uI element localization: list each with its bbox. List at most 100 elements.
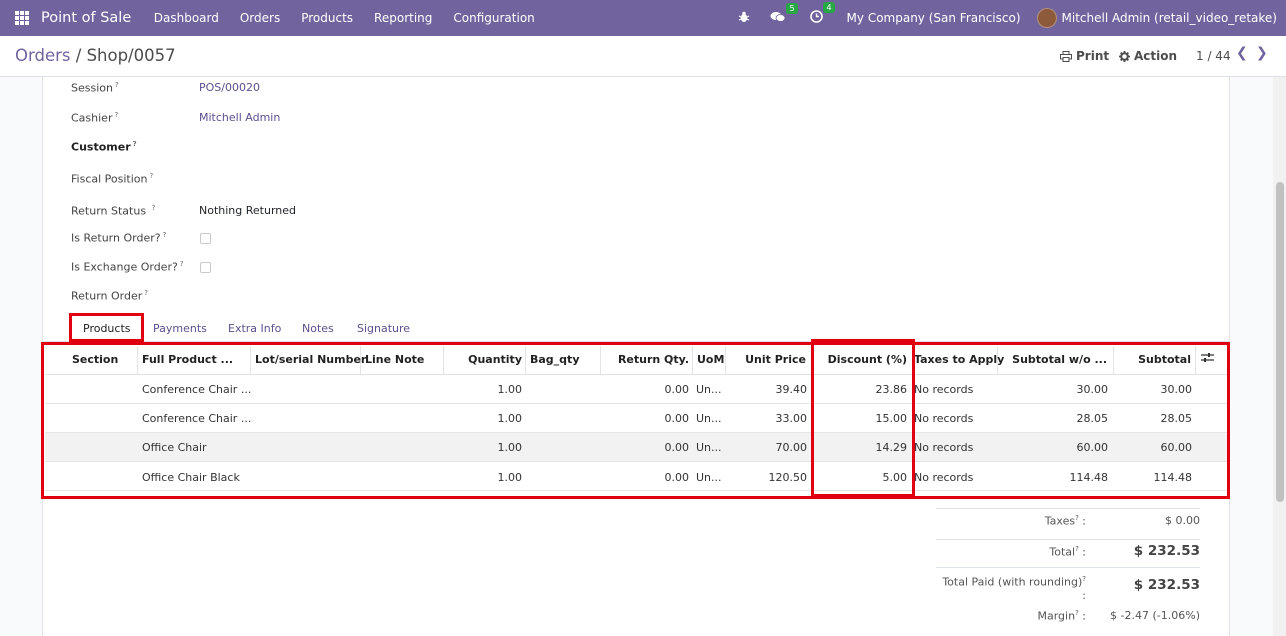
cell-subtotal-wo: 28.05 [1076,412,1109,425]
cell-subtotal: 30.00 [1160,383,1193,396]
cell-uom: Un... [696,441,722,454]
th-bag-qty[interactable]: Bag_qty [530,353,579,366]
th-lot-serial[interactable]: Lot/serial Number [255,353,366,366]
fiscal-position-label: Fiscal Position? [71,172,154,186]
cell-unit-price: 39.40 [775,383,808,396]
total-paid-value: $ 232.53 [1133,577,1200,593]
th-subtotal-wo[interactable]: Subtotal w/o ... [997,353,1107,366]
breadcrumb-orders[interactable]: Orders [15,46,71,65]
is-exchange-order-checkbox[interactable] [200,262,211,273]
activities-clock-icon[interactable]: 4 [809,2,835,26]
menu-dashboard[interactable]: Dashboard [143,11,229,25]
taxes-value: $ 0.00 [1165,514,1200,527]
th-full-product[interactable]: Full Product ... [142,353,233,366]
pager-previous-icon[interactable]: ❮ [1236,45,1248,61]
customer-label: Customer? [71,140,137,154]
action-label: Action [1134,49,1178,63]
cell-subtotal-wo: 60.00 [1076,441,1109,454]
breadcrumb-separator: / [75,46,82,65]
cell-product: Conference Chair ... [142,383,252,396]
cell-subtotal: 60.00 [1160,441,1193,454]
pager-value[interactable]: 1 / 44 [1196,49,1231,63]
cell-taxes: No records [914,383,974,396]
th-subtotal[interactable]: Subtotal [1113,353,1191,366]
total-paid-label: Total Paid (with rounding)? : [942,575,1086,602]
total-label: Total? : [1049,545,1086,559]
cell-quantity: 1.00 [497,383,523,396]
cell-quantity: 1.00 [497,412,523,425]
column-settings-icon[interactable] [1201,352,1214,366]
control-panel: Orders / Shop/0057 Print Action 1 / 44 ❮… [0,36,1286,77]
apps-menu-icon[interactable] [15,11,29,25]
cell-subtotal-wo: 30.00 [1076,383,1109,396]
is-return-order-label: Is Return Order?? [71,231,167,245]
totals-divider [936,539,1200,540]
cell-quantity: 1.00 [497,471,523,484]
cell-return-qty: 0.00 [664,441,690,454]
top-navbar: Point of Sale Dashboard Orders Products … [0,0,1286,36]
cell-uom: Un... [696,412,722,425]
avatar[interactable] [1036,8,1057,28]
cell-product: Office Chair Black [142,471,240,484]
th-unit-price[interactable]: Unit Price [725,353,806,366]
menu-configuration[interactable]: Configuration [443,11,545,25]
session-label: Session? [71,81,119,95]
th-return-qty[interactable]: Return Qty. [600,353,689,366]
cell-subtotal-wo: 114.48 [1069,471,1109,484]
cell-return-qty: 0.00 [664,471,690,484]
margin-label: Margin? : [1037,609,1087,623]
scrollbar-thumb[interactable] [1276,182,1284,502]
pager-next-icon[interactable]: ❯ [1256,45,1268,61]
th-line-note[interactable]: Line Note [365,353,424,366]
cell-taxes: No records [914,471,974,484]
session-value[interactable]: POS/00020 [199,81,260,94]
th-uom[interactable]: UoM [697,353,724,366]
cell-return-qty: 0.00 [664,383,690,396]
action-button[interactable]: Action [1119,49,1177,63]
tab-notes[interactable]: Notes [302,322,334,335]
menu-reporting[interactable]: Reporting [364,11,443,25]
company-switcher[interactable]: My Company (San Francisco) [847,11,1021,25]
cashier-label: Cashier? [71,111,119,125]
print-button[interactable]: Print [1060,49,1109,63]
menu-orders[interactable]: Orders [229,11,290,25]
cell-discount: 15.00 [875,412,908,425]
th-discount[interactable]: Discount (%) [812,353,907,366]
print-icon [1060,50,1072,62]
cell-taxes: No records [914,441,974,454]
tab-signature[interactable]: Signature [357,322,410,335]
return-order-label: Return Order? [71,289,148,303]
total-value: $ 232.53 [1133,543,1200,559]
activities-badge: 4 [823,2,835,13]
cell-discount: 23.86 [875,383,908,396]
menu-products[interactable]: Products [291,11,364,25]
page-scrollbar[interactable] [1273,77,1286,636]
cell-discount: 5.00 [882,471,908,484]
app-name[interactable]: Point of Sale [41,10,131,26]
cell-subtotal: 28.05 [1160,412,1193,425]
breadcrumb-current: Shop/0057 [86,46,176,65]
th-taxes[interactable]: Taxes to Apply [914,353,1004,366]
is-return-order-checkbox[interactable] [200,233,211,244]
totals-divider [936,567,1200,568]
gear-icon [1119,50,1130,62]
is-exchange-order-label: Is Exchange Order?? [71,260,184,274]
th-section[interactable]: Section [72,353,118,366]
tab-payments[interactable]: Payments [153,322,207,335]
messages-badge: 5 [786,2,798,14]
th-quantity[interactable]: Quantity [443,353,522,366]
notebook-tabs [42,314,1230,342]
tab-extra-info[interactable]: Extra Info [228,322,281,335]
cell-subtotal: 114.48 [1153,471,1193,484]
tab-products[interactable]: Products [83,322,131,335]
cell-quantity: 1.00 [497,441,523,454]
taxes-label: Taxes? : [1044,514,1086,528]
cell-unit-price: 33.00 [775,412,808,425]
return-status-label: Return Status ? [71,204,156,218]
cashier-value[interactable]: Mitchell Admin [199,111,280,124]
cell-discount: 14.29 [875,441,908,454]
bug-icon[interactable] [738,11,750,26]
user-menu[interactable]: Mitchell Admin (retail_video_retake) [1062,11,1277,25]
return-status-value: Nothing Returned [199,204,297,217]
messages-icon[interactable]: 5 [770,2,798,26]
